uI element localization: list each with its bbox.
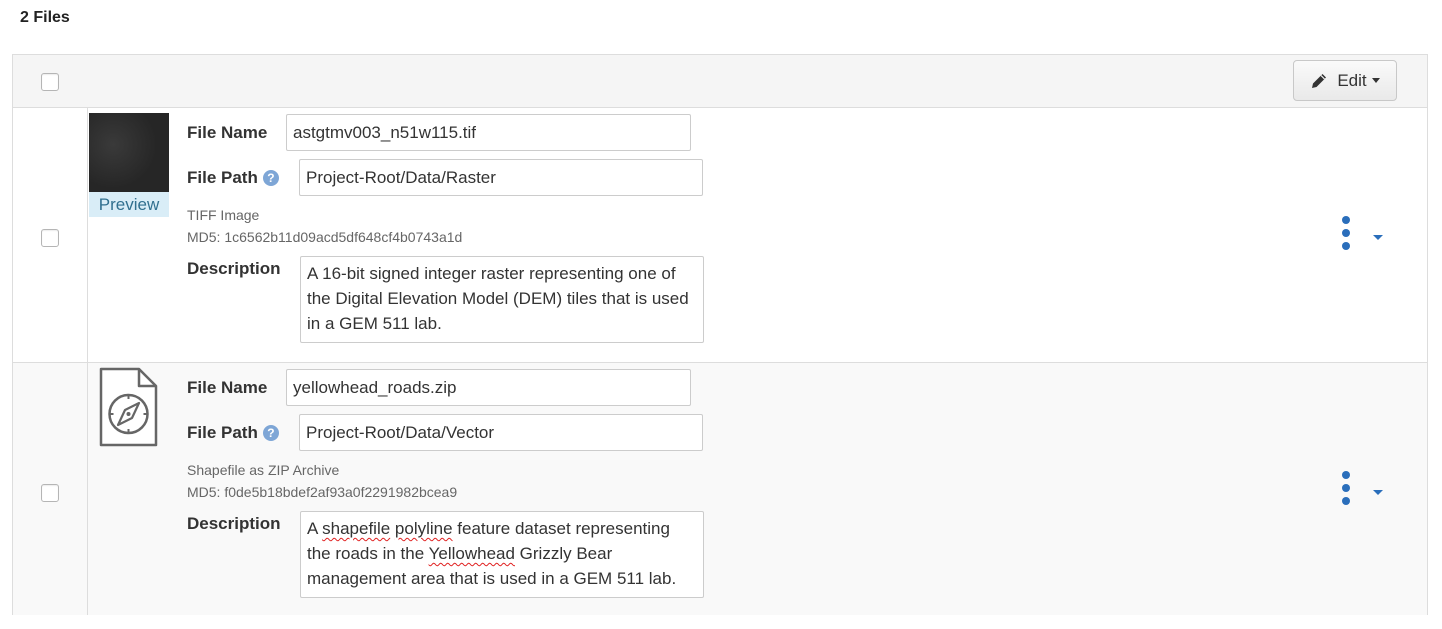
description-label: Description bbox=[187, 259, 281, 278]
description-text: A bbox=[307, 519, 323, 538]
help-icon[interactable]: ? bbox=[262, 170, 279, 186]
description-textarea[interactable]: A shapefile polyline feature dataset rep… bbox=[300, 511, 704, 598]
description-textarea[interactable]: A 16-bit signed integer raster represent… bbox=[300, 256, 704, 343]
file-path-label-text: File Path bbox=[187, 423, 258, 442]
file-path-label: File Path? bbox=[187, 423, 279, 443]
file-name-input[interactable]: yellowhead_roads.zip bbox=[286, 369, 691, 406]
pencil-icon bbox=[1312, 73, 1327, 88]
help-icon[interactable]: ? bbox=[262, 425, 279, 441]
row-checkbox[interactable] bbox=[41, 484, 59, 502]
file-path-input[interactable]: Project-Root/Data/Raster bbox=[299, 159, 703, 196]
file-path-label: File Path? bbox=[187, 168, 279, 188]
file-type: TIFF Image bbox=[187, 207, 260, 223]
file-name-label: File Name bbox=[187, 378, 268, 397]
edit-button[interactable]: Edit bbox=[1293, 60, 1397, 101]
table-header: Edit bbox=[13, 55, 1427, 108]
file-path-label-text: File Path bbox=[187, 168, 258, 187]
chevron-down-icon bbox=[1371, 78, 1380, 83]
compass-file-icon[interactable] bbox=[99, 367, 159, 447]
misspelled-word: shapefile bbox=[322, 519, 391, 538]
table-row: Preview File Name astgtmv003_n51w115.tif… bbox=[13, 108, 1427, 363]
row-dropdown-caret-icon[interactable] bbox=[1373, 490, 1383, 495]
more-options-icon[interactable] bbox=[1338, 471, 1354, 505]
file-md5: MD5: 1c6562b11d09acd5df648cf4b0743a1d bbox=[187, 229, 463, 245]
row-checkbox[interactable] bbox=[41, 229, 59, 247]
edit-button-label: Edit bbox=[1337, 70, 1367, 90]
file-count-heading: 2 Files bbox=[20, 9, 70, 26]
file-md5: MD5: f0de5b18bdef2af93a0f2291982bcea9 bbox=[187, 484, 458, 500]
file-type: Shapefile as ZIP Archive bbox=[187, 462, 340, 478]
files-table: Edit Preview File Name astgtmv003_n51w11… bbox=[12, 54, 1428, 615]
select-all-checkbox[interactable] bbox=[41, 73, 59, 91]
description-label: Description bbox=[187, 514, 281, 533]
select-cell bbox=[13, 108, 88, 362]
misspelled-word: Yellowhead bbox=[428, 544, 515, 563]
preview-link[interactable]: Preview bbox=[89, 192, 169, 217]
select-cell bbox=[13, 363, 88, 615]
file-path-input[interactable]: Project-Root/Data/Vector bbox=[299, 414, 703, 451]
table-row: File Name yellowhead_roads.zip File Path… bbox=[13, 363, 1427, 615]
row-dropdown-caret-icon[interactable] bbox=[1373, 235, 1383, 240]
file-name-input[interactable]: astgtmv003_n51w115.tif bbox=[286, 114, 691, 151]
file-thumbnail[interactable] bbox=[89, 113, 169, 192]
more-options-icon[interactable] bbox=[1338, 216, 1354, 250]
misspelled-word: polyline bbox=[394, 519, 453, 538]
file-name-label: File Name bbox=[187, 123, 268, 142]
